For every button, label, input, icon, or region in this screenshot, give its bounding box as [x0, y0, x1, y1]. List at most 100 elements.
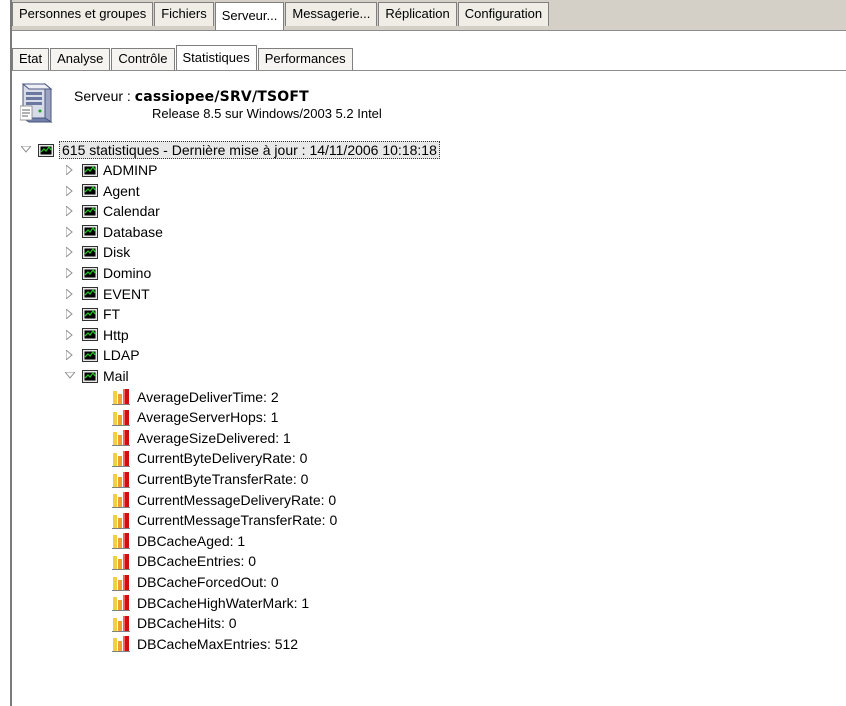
tab-analyse[interactable]: Analyse [50, 48, 111, 70]
tab-replication[interactable]: Réplication [378, 2, 457, 26]
tree-category[interactable]: ADMINP [64, 160, 157, 180]
statistic-bar-icon [112, 450, 130, 467]
mail-statistic-label[interactable]: CurrentByteTransferRate: 0 [137, 471, 308, 487]
expand-arrow-icon[interactable] [64, 226, 76, 238]
tree-category-label[interactable]: Mail [103, 368, 129, 384]
mail-statistic-item[interactable]: AverageSizeDelivered: 1 [112, 428, 291, 448]
statistic-bar-icon [112, 533, 130, 550]
tab-fichiers[interactable]: Fichiers [154, 2, 214, 26]
mail-statistic-label[interactable]: DBCacheForcedOut: 0 [137, 574, 279, 590]
tree-category[interactable]: Agent [64, 181, 140, 201]
expand-arrow-icon[interactable] [64, 329, 76, 341]
mail-statistic-item[interactable]: CurrentMessageDeliveryRate: 0 [112, 490, 336, 510]
expand-arrow-icon[interactable] [64, 164, 76, 176]
tree-category-label[interactable]: ADMINP [103, 162, 157, 178]
mail-statistic-item[interactable]: AverageDeliverTime: 2 [112, 387, 279, 407]
tree-root[interactable]: 615 statistiques - Dernière mise à jour … [20, 140, 440, 160]
server-prefix: Serveur : [74, 88, 131, 104]
tab-configuration[interactable]: Configuration [457, 2, 550, 26]
collapse-arrow-icon[interactable] [20, 144, 32, 156]
tree-root-label[interactable]: 615 statistiques - Dernière mise à jour … [59, 141, 440, 159]
server-name: cassiopee/SRV/TSOFT [134, 89, 309, 105]
statistic-bar-icon [112, 430, 130, 447]
expand-arrow-icon[interactable] [64, 308, 76, 320]
mail-statistic-label[interactable]: DBCacheHighWaterMark: 1 [137, 595, 309, 611]
expand-arrow-icon[interactable] [64, 349, 76, 361]
tab-controle[interactable]: Contrôle [111, 48, 175, 70]
sub-tab-bar: Etat Analyse Contrôle Statistiques Perfo… [12, 44, 846, 71]
statistics-folder-icon [82, 184, 98, 198]
mail-statistic-item[interactable]: CurrentMessageTransferRate: 0 [112, 510, 337, 530]
statistics-folder-icon [82, 163, 98, 177]
tree-category-label[interactable]: EVENT [103, 286, 150, 302]
statistic-bar-icon [112, 409, 130, 426]
mail-statistic-label[interactable]: DBCacheHits: 0 [137, 615, 237, 631]
statistic-bar-icon [112, 615, 130, 632]
statistics-panel: Personnes et groupes Fichiers Serveur...… [10, 0, 846, 706]
server-release: Release 8.5 sur Windows/2003 5.2 Intel [152, 106, 382, 121]
statistics-folder-icon [82, 266, 98, 280]
mail-statistic-label[interactable]: AverageDeliverTime: 2 [137, 389, 279, 405]
statistic-bar-icon [112, 492, 130, 509]
tree-category-label[interactable]: Disk [103, 244, 130, 260]
tab-statistiques[interactable]: Statistiques [175, 45, 257, 70]
mail-statistic-label[interactable]: DBCacheMaxEntries: 512 [137, 636, 298, 652]
statistic-bar-icon [112, 389, 130, 406]
tree-category-label[interactable]: FT [103, 306, 120, 322]
mail-statistic-label[interactable]: DBCacheAged: 1 [137, 533, 245, 549]
tree-category[interactable]: Mail [64, 366, 129, 386]
tree-category[interactable]: Disk [64, 242, 130, 262]
mail-statistic-label[interactable]: AverageSizeDelivered: 1 [137, 430, 291, 446]
mail-statistic-item[interactable]: DBCacheHits: 0 [112, 613, 237, 633]
tree-category[interactable]: Database [64, 222, 163, 242]
tree-category-label[interactable]: Calendar [103, 203, 160, 219]
top-tab-bar: Personnes et groupes Fichiers Serveur...… [12, 0, 846, 31]
tab-etat[interactable]: Etat [12, 48, 50, 70]
expand-arrow-icon[interactable] [64, 185, 76, 197]
mail-statistic-label[interactable]: CurrentByteDeliveryRate: 0 [137, 450, 307, 466]
mail-statistic-item[interactable]: DBCacheHighWaterMark: 1 [112, 593, 309, 613]
tree-category[interactable]: FT [64, 304, 120, 324]
expand-arrow-icon[interactable] [64, 205, 76, 217]
tab-messagerie[interactable]: Messagerie... [285, 2, 378, 26]
mail-statistic-item[interactable]: CurrentByteTransferRate: 0 [112, 469, 308, 489]
mail-statistic-label[interactable]: DBCacheEntries: 0 [137, 553, 256, 569]
tree-category-label[interactable]: Domino [103, 265, 151, 281]
tab-personnes-et-groupes[interactable]: Personnes et groupes [12, 2, 154, 26]
statistic-bar-icon [112, 512, 130, 529]
mail-statistic-item[interactable]: CurrentByteDeliveryRate: 0 [112, 448, 307, 468]
tree-category[interactable]: Domino [64, 263, 151, 283]
tree-category[interactable]: EVENT [64, 284, 150, 304]
collapse-arrow-icon[interactable] [64, 370, 76, 382]
statistic-bar-icon [112, 574, 130, 591]
statistics-folder-icon [82, 348, 98, 362]
expand-arrow-icon[interactable] [64, 267, 76, 279]
statistic-bar-icon [112, 471, 130, 488]
mail-statistic-item[interactable]: DBCacheEntries: 0 [112, 551, 256, 571]
statistic-bar-icon [112, 636, 130, 653]
mail-statistic-label[interactable]: CurrentMessageTransferRate: 0 [137, 512, 337, 528]
expand-arrow-icon[interactable] [64, 288, 76, 300]
expand-arrow-icon[interactable] [64, 246, 76, 258]
tree-category-label[interactable]: LDAP [103, 347, 140, 363]
statistics-folder-icon [82, 307, 98, 321]
tree-category[interactable]: LDAP [64, 345, 140, 365]
statistics-folder-icon [82, 369, 98, 383]
tree-category-label[interactable]: Agent [103, 183, 140, 199]
statistics-folder-icon [82, 245, 98, 259]
mail-statistic-item[interactable]: AverageServerHops: 1 [112, 407, 278, 427]
statistics-folder-icon [82, 225, 98, 239]
mail-statistic-item[interactable]: DBCacheAged: 1 [112, 531, 245, 551]
tab-serveur[interactable]: Serveur... [214, 2, 285, 30]
server-header: Serveur : cassiopee/SRV/TSOFT Release 8.… [12, 74, 846, 134]
statistic-bar-icon [112, 553, 130, 570]
tree-category-label[interactable]: Http [103, 327, 129, 343]
mail-statistic-label[interactable]: CurrentMessageDeliveryRate: 0 [137, 492, 336, 508]
tab-performances[interactable]: Performances [257, 48, 353, 70]
tree-category[interactable]: Http [64, 325, 129, 345]
mail-statistic-item[interactable]: DBCacheForcedOut: 0 [112, 572, 279, 592]
tree-category-label[interactable]: Database [103, 224, 163, 240]
mail-statistic-label[interactable]: AverageServerHops: 1 [137, 409, 278, 425]
tree-category[interactable]: Calendar [64, 201, 160, 221]
mail-statistic-item[interactable]: DBCacheMaxEntries: 512 [112, 634, 298, 654]
